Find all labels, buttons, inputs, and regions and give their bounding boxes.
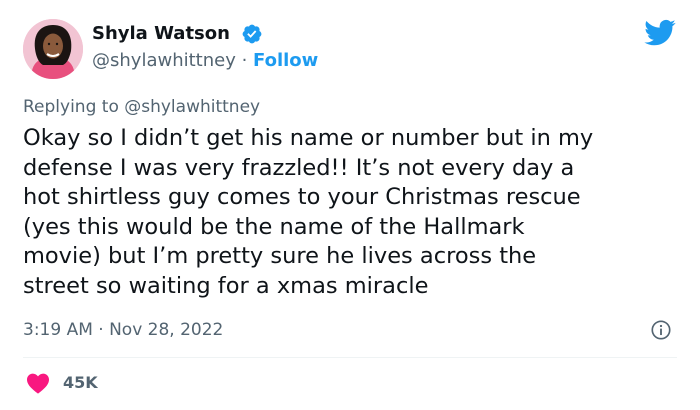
like-count: 45K bbox=[63, 373, 98, 392]
avatar-image bbox=[23, 19, 83, 79]
tweet-text: Okay so I didn’t get his name or number … bbox=[23, 125, 594, 299]
divider bbox=[23, 357, 677, 358]
twitter-bird-icon[interactable] bbox=[644, 19, 676, 47]
timestamp[interactable]: 3:19 AM · Nov 28, 2022 bbox=[23, 319, 223, 341]
replying-to: Replying to @shylawhittney bbox=[23, 97, 261, 117]
separator: · bbox=[235, 50, 254, 71]
follow-button[interactable]: Follow bbox=[253, 50, 318, 71]
display-name[interactable]: Shyla Watson bbox=[92, 22, 230, 46]
info-icon[interactable] bbox=[650, 319, 672, 341]
verified-badge-icon bbox=[242, 24, 262, 44]
avatar[interactable] bbox=[23, 19, 83, 79]
heart-icon[interactable] bbox=[26, 372, 50, 394]
handle[interactable]: @shylawhittney bbox=[92, 50, 236, 71]
handle-row: @shylawhittney · Follow bbox=[92, 49, 318, 73]
